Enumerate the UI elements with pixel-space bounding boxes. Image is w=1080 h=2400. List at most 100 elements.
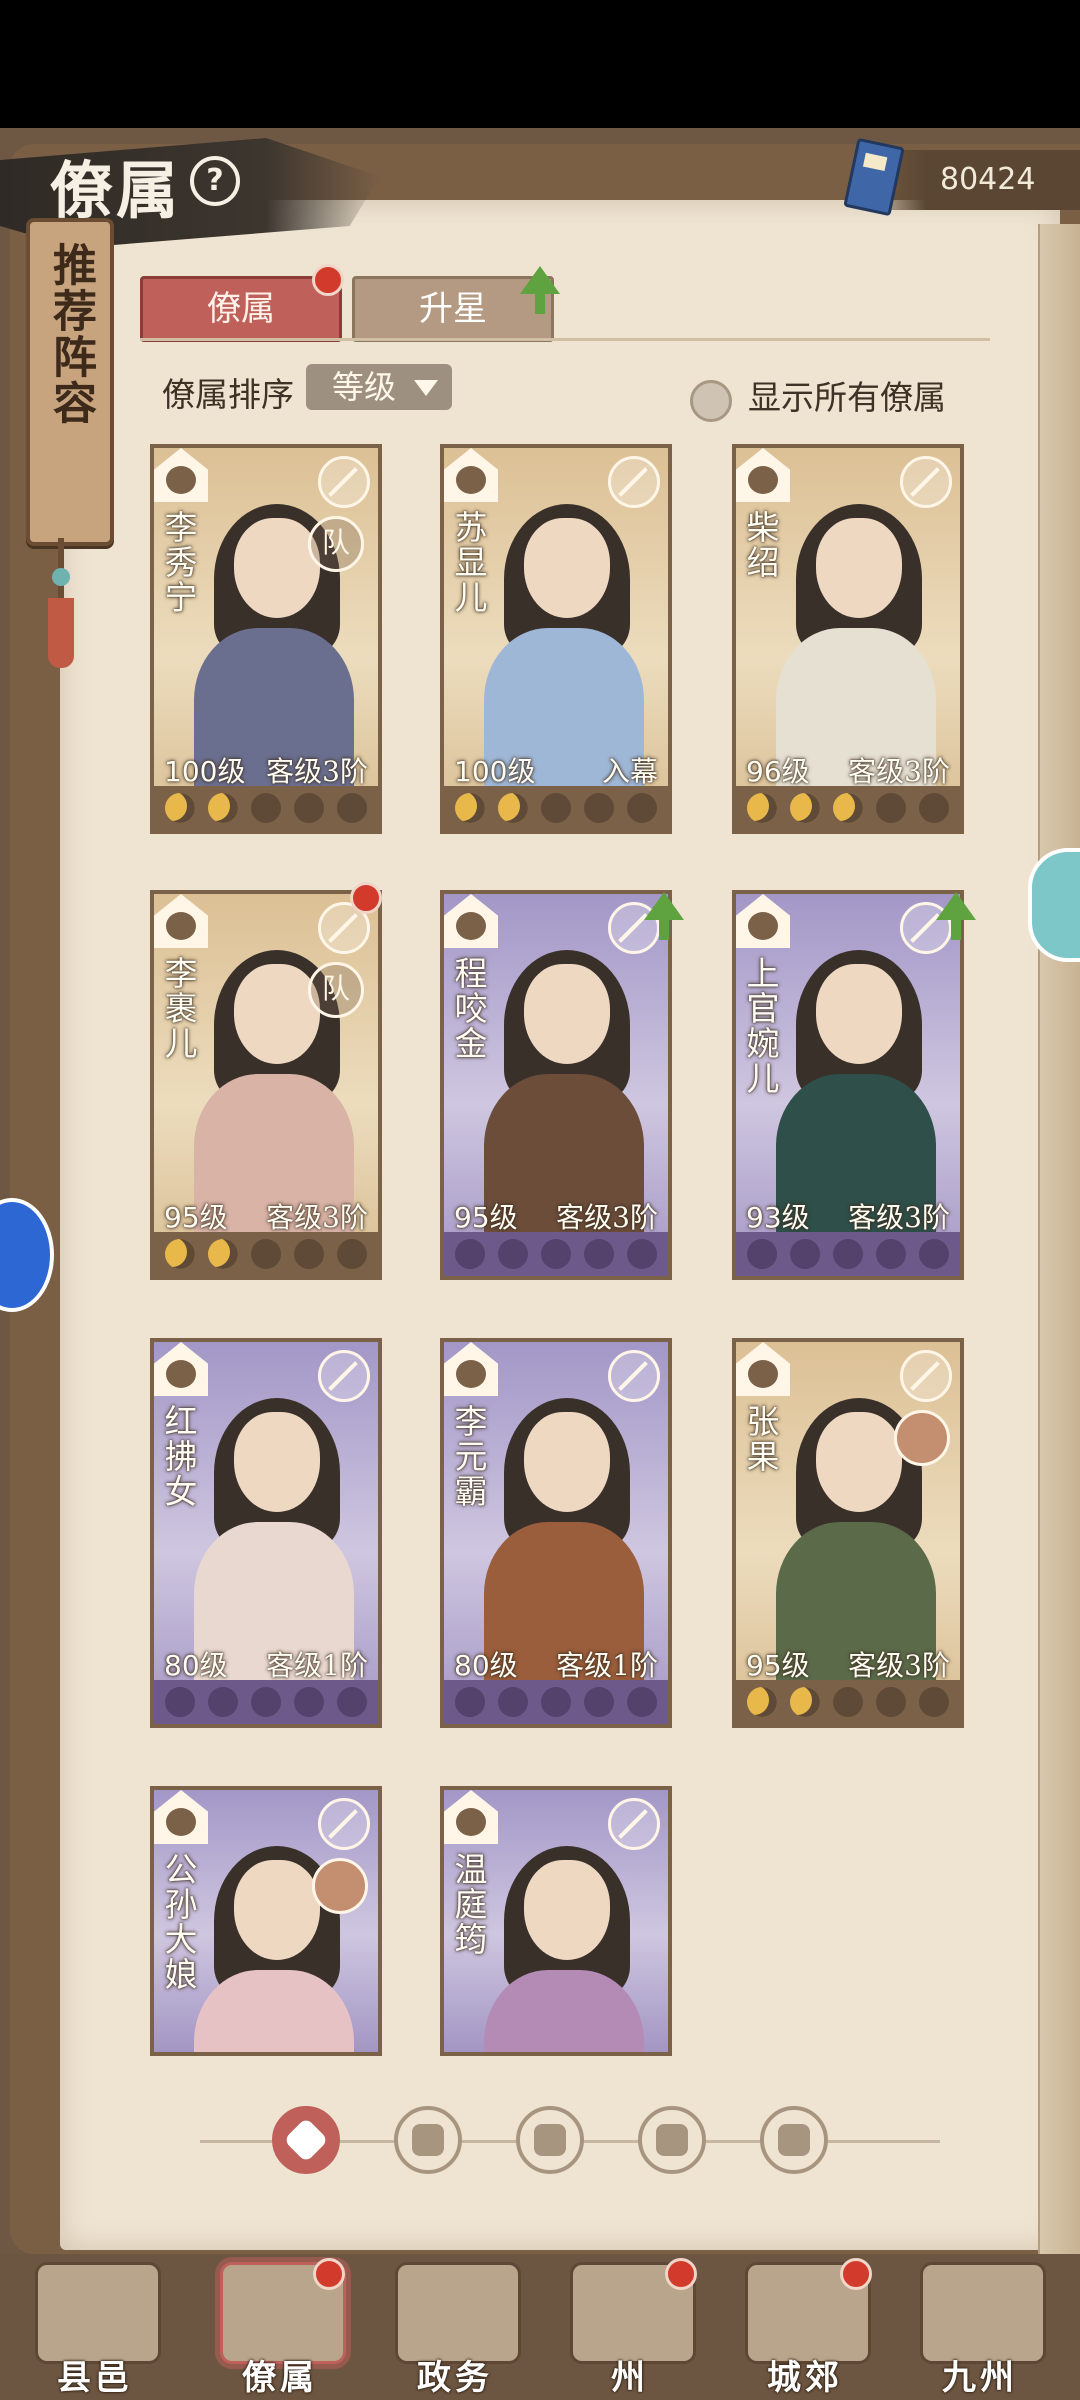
- card-upgrade-arrow-icon: [936, 892, 976, 940]
- portrait-face: [234, 1860, 320, 1960]
- type-emblem: [748, 466, 778, 494]
- fan-icon: [656, 2124, 688, 2156]
- retainer-card[interactable]: 红拂女 80级 客级1阶: [150, 1338, 382, 1728]
- retainer-card[interactable]: 李裹儿 队 95级 客级3阶: [150, 890, 382, 1280]
- retainer-card[interactable]: 温庭筠: [440, 1786, 672, 2056]
- retainer-level: 93级: [746, 1201, 810, 1234]
- sort-label: 僚属排序: [162, 375, 294, 414]
- retainer-type-icon: [736, 1342, 790, 1396]
- retainer-rank: 客级1阶: [266, 1649, 368, 1682]
- tassel-bead: [52, 568, 70, 586]
- moon-lit-icon: [789, 1239, 820, 1269]
- retainer-card[interactable]: 张果 95级 客级3阶: [732, 1338, 964, 1728]
- moon-lit-icon: [454, 1687, 485, 1717]
- moon-empty-icon: [207, 1687, 238, 1717]
- filter-type-2-button[interactable]: [516, 2106, 584, 2174]
- nav-affairs[interactable]: 政务: [370, 2254, 540, 2400]
- moon-empty-icon: [832, 1687, 863, 1717]
- moon-empty-icon: [337, 1687, 368, 1717]
- sort-dropdown-value: 等级: [332, 368, 397, 406]
- moon-empty-icon: [540, 1687, 571, 1717]
- moon-lit-icon: [207, 793, 238, 823]
- nav-retainers[interactable]: 僚属: [195, 2254, 365, 2400]
- retainer-type-icon: [154, 1790, 208, 1844]
- filter-type-1-button[interactable]: [394, 2106, 462, 2174]
- card-upgrade-arrow-icon: [644, 892, 684, 940]
- portrait-face: [234, 964, 320, 1064]
- moon-empty-icon: [294, 1239, 325, 1269]
- nav-suburb-red-dot: [840, 2258, 872, 2290]
- retainer-card[interactable]: 苏显儿 100级 入幕: [440, 444, 672, 834]
- type-emblem: [748, 912, 778, 940]
- moon-lit-icon: [789, 1687, 820, 1717]
- retainer-card[interactable]: 李秀宁 队 100级 客级3阶: [150, 444, 382, 834]
- type-emblem: [456, 466, 486, 494]
- portrait-face: [524, 1860, 610, 1960]
- retainer-card[interactable]: 柴绍 96级 客级3阶: [732, 444, 964, 834]
- retainer-name: 公孙大娘: [159, 1852, 198, 1992]
- team-badge: 队: [308, 516, 364, 572]
- filter-type-3-button[interactable]: [638, 2106, 706, 2174]
- retainer-card[interactable]: 上官婉儿 93级 客级3阶: [732, 890, 964, 1280]
- team-badge: 队: [308, 962, 364, 1018]
- floating-side-tab[interactable]: [1028, 848, 1080, 962]
- retainer-type-icon: [444, 1342, 498, 1396]
- nav-affairs-label: 政务: [417, 2358, 493, 2398]
- moon-lit-icon: [164, 1239, 195, 1269]
- star-rating: [444, 1680, 668, 1724]
- moon-empty-icon: [919, 793, 950, 823]
- retainer-name: 程咬金: [449, 956, 488, 1061]
- retainer-name: 李秀宁: [159, 510, 198, 615]
- retainer-level: 95级: [746, 1649, 810, 1682]
- nav-nine-states[interactable]: 九州: [895, 2254, 1065, 2400]
- game-screen: 僚属 ? 80424 推荐阵容 僚属 升星 僚属排序 等级 显示所有僚属 李秀宁…: [0, 128, 1080, 2400]
- show-all-toggle[interactable]: [690, 380, 732, 422]
- portrait-face: [816, 1412, 902, 1512]
- moon-lit-icon: [746, 793, 777, 823]
- type-4-icon: [778, 2124, 810, 2156]
- nav-state[interactable]: 州: [545, 2254, 715, 2400]
- star-rating: [154, 1680, 378, 1724]
- moon-empty-icon: [584, 1687, 615, 1717]
- nav-suburb[interactable]: 城郊: [720, 2254, 890, 2400]
- retainer-card[interactable]: 李元霸 80级 客级1阶: [440, 1338, 672, 1728]
- moon-lit-icon: [746, 1239, 777, 1269]
- card-red-dot: [350, 882, 382, 914]
- skill-icon: [900, 456, 952, 508]
- type-emblem: [166, 912, 196, 940]
- moon-empty-icon: [497, 1239, 528, 1269]
- type-emblem: [166, 1360, 196, 1388]
- star-rating: [444, 786, 668, 830]
- type-emblem: [456, 1808, 486, 1836]
- moon-empty-icon: [584, 1239, 615, 1269]
- type-2-icon: [534, 2124, 566, 2156]
- retainer-card[interactable]: 公孙大娘: [150, 1786, 382, 2056]
- help-icon[interactable]: ?: [190, 156, 240, 206]
- retainer-level: 95级: [164, 1201, 228, 1234]
- recommend-lineup-label: 推荐阵容: [45, 242, 96, 426]
- recommend-lineup-scroll[interactable]: 推荐阵容: [26, 218, 114, 546]
- portrait-face: [816, 518, 902, 618]
- moon-lit-icon: [207, 1239, 238, 1269]
- filter-type-4-button[interactable]: [760, 2106, 828, 2174]
- currency-display[interactable]: 80424: [843, 137, 1080, 217]
- tab-retainers[interactable]: 僚属: [140, 276, 342, 342]
- sort-dropdown[interactable]: 等级: [306, 364, 452, 410]
- moon-empty-icon: [876, 1239, 907, 1269]
- county-icon: [35, 2262, 161, 2364]
- filter-all-button[interactable]: [272, 2106, 340, 2174]
- moon-empty-icon: [876, 1687, 907, 1717]
- moon-empty-icon: [250, 1687, 281, 1717]
- moon-empty-icon: [627, 1239, 658, 1269]
- retainer-name: 柴绍: [741, 510, 780, 580]
- nav-county[interactable]: 县邑: [10, 2254, 180, 2400]
- moon-empty-icon: [540, 793, 571, 823]
- retainer-card[interactable]: 程咬金 95级 客级3阶: [440, 890, 672, 1280]
- retainer-type-icon: [736, 448, 790, 502]
- retainer-rank: 客级3阶: [556, 1201, 658, 1234]
- moon-lit-icon: [497, 793, 528, 823]
- portrait-face: [816, 964, 902, 1064]
- moon-empty-icon: [250, 793, 281, 823]
- moon-lit-icon: [454, 1239, 485, 1269]
- star-rating: [444, 1232, 668, 1276]
